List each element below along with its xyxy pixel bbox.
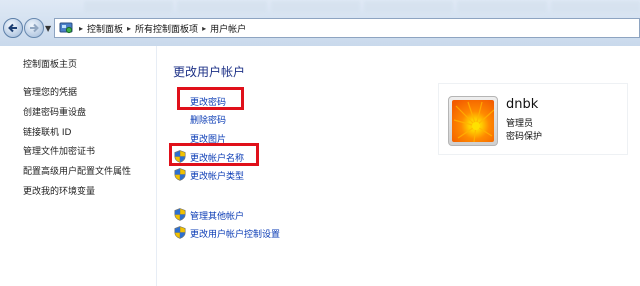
- flower-picture-icon: [452, 100, 494, 142]
- sidebar-item-manage-credentials[interactable]: 管理您的凭据: [23, 85, 77, 98]
- breadcrumb-separator-icon[interactable]: ▸: [127, 24, 131, 33]
- password-status: 密码保护: [506, 132, 543, 142]
- task-manage-other-accounts[interactable]: 管理其他帐户: [190, 209, 244, 222]
- sidebar-item-advanced-profile[interactable]: 配置高级用户配置文件属性: [23, 164, 131, 177]
- uac-shield-icon: [174, 226, 186, 239]
- uac-shield-icon: [174, 168, 186, 181]
- recent-pages-chevron-icon[interactable]: ▼: [45, 24, 51, 33]
- user-role: 管理员: [506, 119, 534, 129]
- breadcrumb-separator-icon[interactable]: ▸: [202, 24, 206, 33]
- task-change-account-type[interactable]: 更改帐户类型: [190, 169, 244, 182]
- control-panel-icon: [59, 21, 73, 35]
- annotation-highlight-box: [177, 87, 244, 110]
- task-remove-password[interactable]: 删除密码: [190, 113, 226, 126]
- user-account-card: dnbk 管理员 密码保护: [438, 83, 628, 155]
- sidebar-item-environment-variables[interactable]: 更改我的环境变量: [23, 184, 95, 197]
- task-uac-settings[interactable]: 更改用户帐户控制设置: [190, 227, 280, 240]
- annotation-highlight-box: [169, 143, 259, 166]
- avatar[interactable]: [448, 96, 498, 146]
- forward-button[interactable]: [24, 18, 44, 38]
- sidebar-item-control-panel-home[interactable]: 控制面板主页: [23, 57, 77, 70]
- address-bar[interactable]: ▸ 控制面板 ▸ 所有控制面板项 ▸ 用户帐户: [54, 18, 640, 38]
- breadcrumb-all-items[interactable]: 所有控制面板项: [135, 22, 198, 35]
- breadcrumb-separator-icon: ▸: [79, 23, 84, 33]
- back-button[interactable]: [3, 18, 23, 38]
- window-toolbar: ▼ ▸ 控制面板 ▸ 所有控制面板项 ▸ 用户帐户: [0, 0, 640, 46]
- forward-arrow-icon: [30, 23, 39, 33]
- user-name: dnbk: [506, 97, 539, 112]
- breadcrumb-user-accounts[interactable]: 用户帐户: [210, 22, 246, 35]
- back-arrow-icon: [8, 23, 17, 33]
- uac-shield-icon: [174, 208, 186, 221]
- sidebar-item-file-encryption-certs[interactable]: 管理文件加密证书: [23, 144, 95, 157]
- sidebar: 控制面板主页 管理您的凭据 创建密码重设盘 链接联机 ID 管理文件加密证书 配…: [0, 46, 157, 286]
- breadcrumb-control-panel[interactable]: 控制面板: [87, 22, 123, 35]
- sidebar-item-create-reset-disk[interactable]: 创建密码重设盘: [23, 105, 86, 118]
- page-title: 更改用户帐户: [173, 65, 246, 79]
- blurred-browser-tabs: [84, 0, 640, 14]
- sidebar-item-link-online-id[interactable]: 链接联机 ID: [23, 125, 71, 138]
- main-content: 更改用户帐户 更改密码 删除密码 更改图片 更改帐户名称 更改帐户类型 管理其他…: [157, 46, 640, 286]
